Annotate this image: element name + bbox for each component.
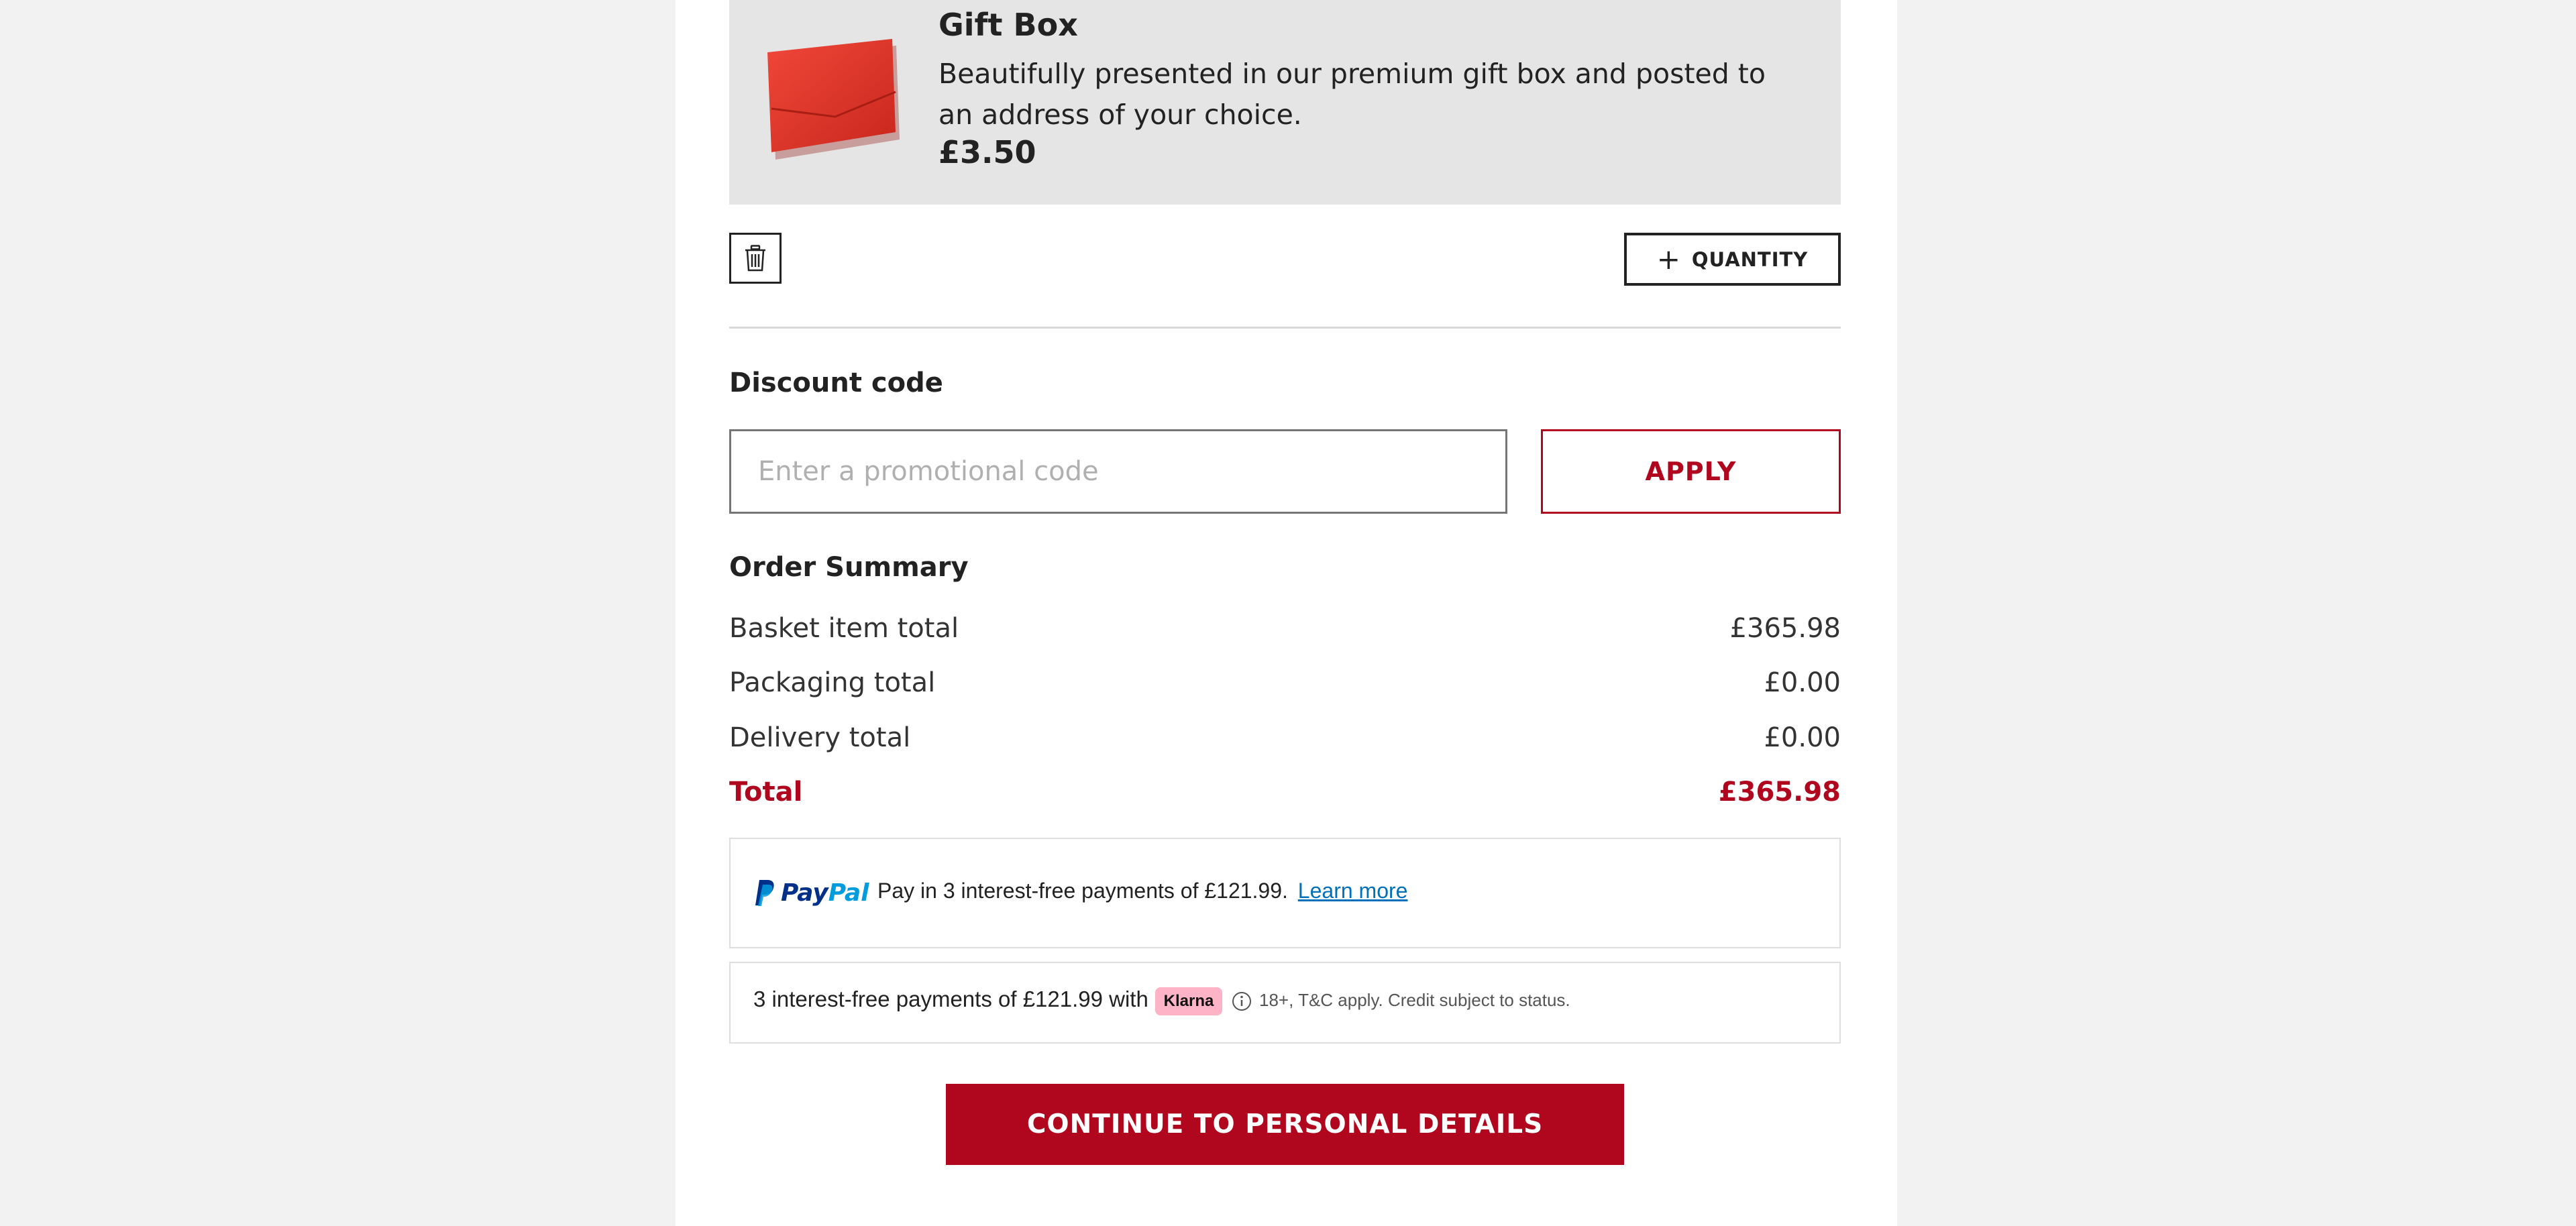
promo-code-input[interactable] [729,429,1507,514]
paypal-brand-pay: Pay [781,879,828,907]
section-divider [729,327,1841,329]
klarna-terms: 18+, T&C apply. Credit subject to status… [1259,990,1570,1010]
info-icon[interactable] [1231,991,1252,1012]
apply-button[interactable]: APPLY [1541,429,1841,514]
basket-item-total-value: £365.98 [1729,613,1841,644]
klarna-badge: Klarna [1155,987,1222,1015]
delivery-total-label: Delivery total [729,722,911,753]
packaging-total-label: Packaging total [729,667,936,698]
plus-icon: + [1656,242,1681,276]
paypal-icon [755,880,774,906]
klarna-message-text: 3 interest-free payments of £121.99 with [753,987,1148,1011]
gift-box-price: £3.50 [938,134,1036,170]
add-quantity-button[interactable]: + QUANTITY [1624,233,1841,286]
order-summary-heading: Order Summary [729,552,969,583]
trash-icon [745,245,765,272]
remove-item-button[interactable] [729,233,782,284]
continue-to-personal-details-button[interactable]: CONTINUE TO PERSONAL DETAILS [946,1084,1624,1165]
delivery-total-value: £0.00 [1764,722,1841,753]
paypal-message: Pay in 3 interest-free payments of £121.… [877,879,1407,903]
paypal-logo: PayPal [754,876,869,909]
paypal-message-text: Pay in 3 interest-free payments of £121.… [877,879,1288,903]
gift-box-image [758,35,906,162]
total-label: Total [729,777,803,807]
basket-item-total-label: Basket item total [729,613,959,644]
gift-box-description: Beautifully presented in our premium gif… [938,58,1766,131]
gift-box-title: Gift Box [938,7,1078,43]
packaging-total-value: £0.00 [1764,667,1841,698]
paypal-learn-more-link[interactable]: Learn more [1298,879,1408,903]
quantity-label: QUANTITY [1691,247,1809,271]
paypal-brand-pal: Pal [828,879,869,907]
discount-heading: Discount code [729,368,943,398]
total-value: £365.98 [1718,777,1841,807]
